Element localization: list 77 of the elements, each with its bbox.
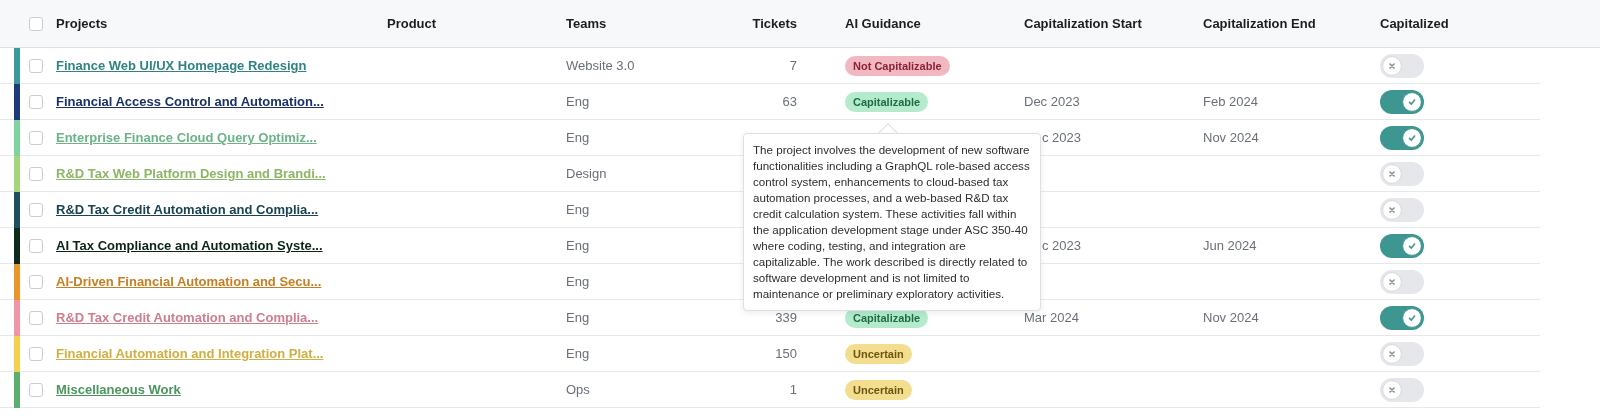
team-cell-text: Eng <box>566 129 591 148</box>
end-date: Jun 2024 <box>1203 237 1258 256</box>
guidance-tooltip: The project involves the development of new software functionalities including a GraphQL role-based access control system, enhancements to cloud-based tax automation processes, and a web-based R&D tax credit calculation system. These activities fall within the application development stage under ASC 350-40 where coding, testing, and integration are capitalizable. The work described is directly related to software development and is not limited to maintenance or preliminary exploratory activities. <box>743 133 1041 311</box>
column-header: Capitalization Start <box>1024 14 1143 33</box>
column-header: Tickets <box>752 14 797 33</box>
close-icon <box>1382 272 1402 292</box>
capitalized-toggle[interactable] <box>1380 90 1424 114</box>
end-date: Nov 2024 <box>1203 309 1260 328</box>
start-date: c 2023 <box>1042 237 1083 256</box>
end-date: Feb 2024 <box>1203 93 1259 112</box>
team-cell-text: Eng <box>566 345 591 364</box>
row-checkbox[interactable] <box>29 203 43 217</box>
team-cell-text: Eng <box>566 273 591 292</box>
check-icon <box>1402 308 1422 328</box>
ticket-count: 339 <box>775 309 797 328</box>
project-link[interactable]: AI-Driven Financial Automation and Secu... <box>56 272 387 292</box>
column-header: Capitalized <box>1380 14 1450 33</box>
ticket-count: 63 <box>782 93 797 112</box>
capitalized-toggle[interactable] <box>1380 54 1424 78</box>
row-checkbox[interactable] <box>29 347 43 361</box>
project-link[interactable]: AI Tax Compliance and Automation Syste... <box>56 236 387 256</box>
ticket-count: 7 <box>789 57 797 76</box>
column-header: Teams <box>566 14 608 33</box>
capitalized-toggle[interactable] <box>1380 306 1424 330</box>
row-checkbox[interactable] <box>29 383 43 397</box>
project-link[interactable]: Finance Web UI/UX Homepage Redesign <box>56 56 387 76</box>
row-checkbox[interactable] <box>29 131 43 145</box>
column-header: Projects <box>56 14 109 33</box>
team-cell-text: Eng <box>566 93 591 112</box>
team-cell-text: Design <box>566 165 608 184</box>
close-icon <box>1382 164 1402 184</box>
team-cell-text: Eng <box>566 201 591 220</box>
start-date: Dec 2023 <box>1024 93 1081 112</box>
project-link[interactable]: R&D Tax Web Platform Design and Brandi... <box>56 164 387 184</box>
capitalized-toggle[interactable] <box>1380 342 1424 366</box>
guidance-tag: Uncertain <box>845 379 912 401</box>
guidance-tag: Not Capitalizable <box>845 55 950 77</box>
column-header: Product <box>387 14 438 33</box>
team-cell-text: Website 3.0 <box>566 57 636 76</box>
row-checkbox[interactable] <box>29 311 43 325</box>
team-cell-text: Eng <box>566 309 591 328</box>
project-link[interactable]: R&D Tax Credit Automation and Complia... <box>56 200 387 220</box>
project-link[interactable]: Financial Automation and Integration Plat... <box>56 344 387 364</box>
project-link[interactable]: Enterprise Finance Cloud Query Optimiz... <box>56 128 387 148</box>
project-link[interactable]: R&D Tax Credit Automation and Complia... <box>56 308 387 328</box>
check-icon <box>1402 92 1422 112</box>
close-icon <box>1382 56 1402 76</box>
capitalized-toggle[interactable] <box>1380 270 1424 294</box>
ticket-count: 150 <box>775 345 797 364</box>
capitalized-toggle[interactable] <box>1380 378 1424 402</box>
row-checkbox[interactable] <box>29 95 43 109</box>
close-icon <box>1382 344 1402 364</box>
start-date: c 2023 <box>1042 129 1083 148</box>
guidance-tag: Capitalizable <box>845 91 929 113</box>
close-icon <box>1382 200 1402 220</box>
row-checkbox[interactable] <box>29 167 43 181</box>
check-icon <box>1402 236 1422 256</box>
capitalized-toggle[interactable] <box>1380 198 1424 222</box>
capitalized-toggle[interactable] <box>1380 162 1424 186</box>
check-icon <box>1402 128 1422 148</box>
team-cell-text: Ops <box>566 381 591 400</box>
row-checkbox[interactable] <box>29 275 43 289</box>
ticket-count: 1 <box>789 381 797 400</box>
close-icon <box>1382 380 1402 400</box>
guidance-tag: Uncertain <box>845 343 912 365</box>
project-link[interactable]: Miscellaneous Work <box>56 380 387 400</box>
row-checkbox[interactable] <box>29 59 43 73</box>
start-date: Mar 2024 <box>1024 309 1080 328</box>
project-link[interactable]: Financial Access Control and Automation... <box>56 92 387 112</box>
capitalized-toggle[interactable] <box>1380 234 1424 258</box>
select-all-checkbox[interactable] <box>29 16 43 31</box>
team-cell-text: Eng <box>566 237 591 256</box>
end-date: Nov 2024 <box>1203 129 1260 148</box>
row-checkbox[interactable] <box>29 239 43 253</box>
column-header: AI Guidance <box>845 14 922 33</box>
capitalized-toggle[interactable] <box>1380 126 1424 150</box>
column-header: Capitalization End <box>1203 14 1317 33</box>
